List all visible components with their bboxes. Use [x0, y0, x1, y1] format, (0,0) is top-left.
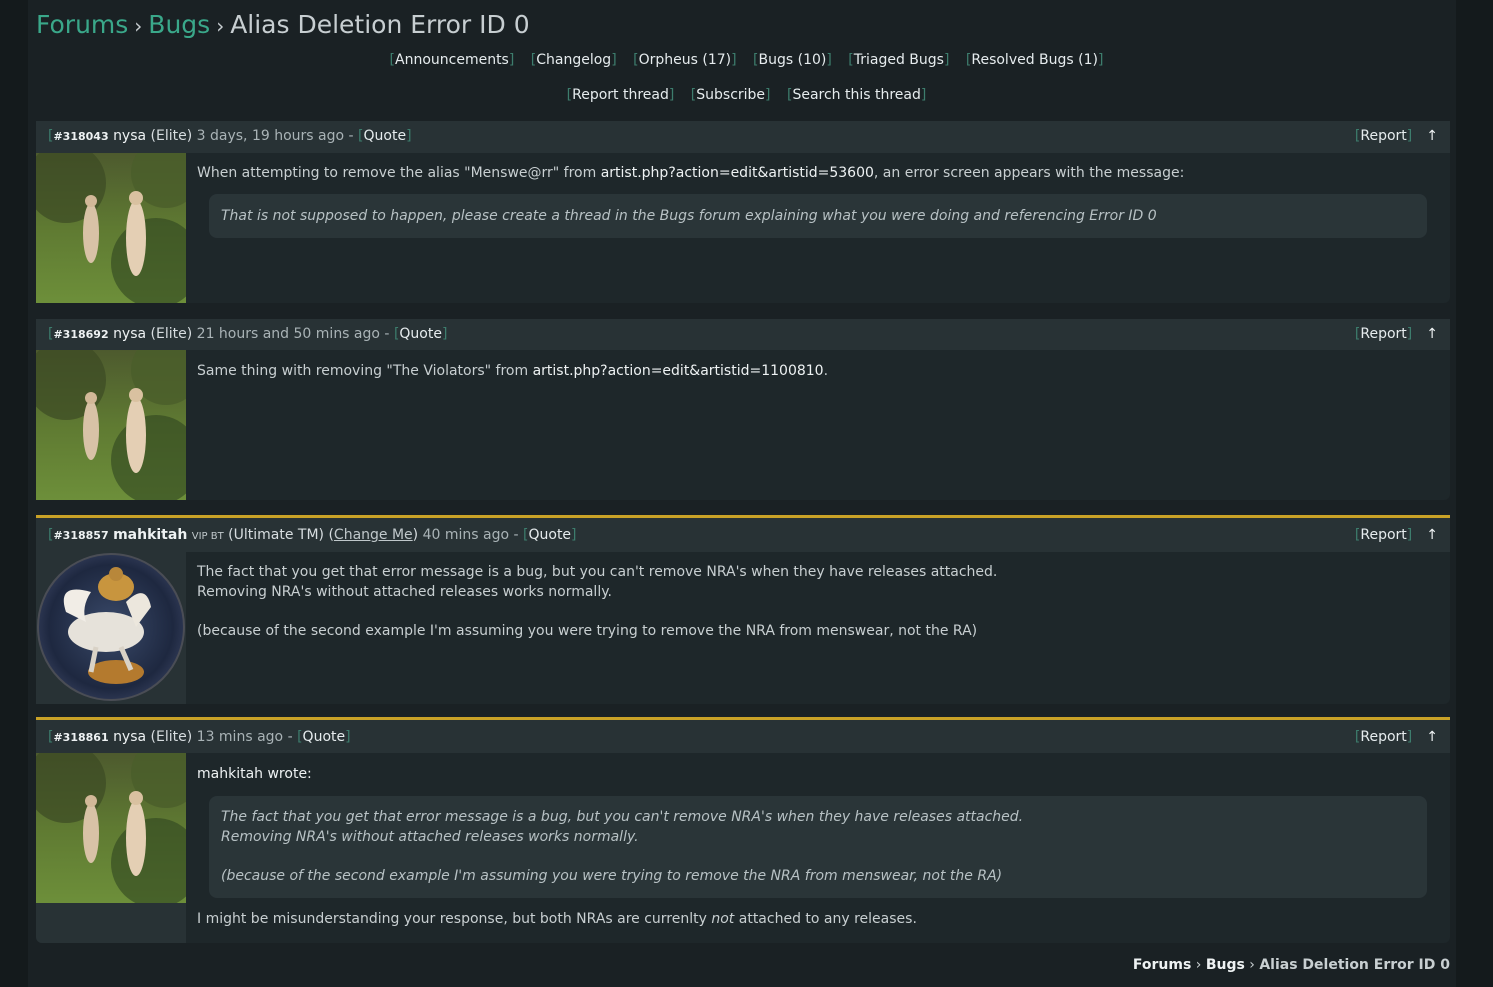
- quote-link[interactable]: [Quote]: [297, 729, 351, 745]
- user-class: (Elite): [150, 326, 193, 342]
- report-thread-link[interactable]: [Report thread]: [567, 87, 675, 103]
- forum-link-announcements[interactable]: [Announcements]: [390, 52, 515, 68]
- breadcrumb-forums-link[interactable]: Forums: [36, 10, 128, 39]
- breadcrumb-bugs-link[interactable]: Bugs: [148, 10, 210, 39]
- reply-text: I might be misunderstanding your respons…: [197, 909, 1427, 929]
- quoted-username[interactable]: mahkitah: [197, 766, 263, 782]
- post-id-link[interactable]: #318861: [53, 731, 108, 744]
- post-text: Same thing with removing "The Violators"…: [197, 363, 533, 379]
- user-avatar: [36, 552, 186, 702]
- user-class: (Elite): [150, 128, 193, 144]
- artist-edit-link[interactable]: artist.php?action=edit&artistid=1100810: [533, 363, 824, 379]
- user-avatar: [36, 153, 186, 303]
- breadcrumb-separator: ›: [1249, 957, 1255, 973]
- footer-thread-title: Alias Deletion Error ID 0: [1259, 957, 1450, 973]
- separator: -: [384, 326, 390, 342]
- user-avatar: [36, 350, 186, 500]
- scroll-top-arrow-icon[interactable]: ↑: [1426, 128, 1438, 144]
- breadcrumb-separator: ›: [216, 14, 225, 38]
- username-link[interactable]: nysa: [113, 729, 146, 745]
- emphasis-text: not: [711, 911, 735, 927]
- post-id-link[interactable]: #318043: [53, 130, 108, 143]
- post-header: [#318043 nysa (Elite) 3 days, 19 hours a…: [36, 121, 1450, 153]
- quote-link[interactable]: [Quote]: [523, 527, 577, 543]
- user-badges: VIP BT: [191, 531, 224, 542]
- report-link[interactable]: [Report]: [1355, 729, 1412, 745]
- report-link[interactable]: [Report]: [1355, 326, 1412, 342]
- scroll-top-arrow-icon[interactable]: ↑: [1426, 326, 1438, 342]
- post-time: 3 days, 19 hours ago: [196, 128, 345, 144]
- username-link[interactable]: nysa: [113, 128, 146, 144]
- post-body: Same thing with removing "The Violators"…: [197, 361, 1427, 381]
- breadcrumb-separator: ›: [134, 14, 143, 38]
- post-header: [#318861 nysa (Elite) 13 mins ago - [Quo…: [36, 720, 1450, 753]
- report-link[interactable]: [Report]: [1355, 527, 1412, 543]
- footer-breadcrumb: Forums › Bugs › Alias Deletion Error ID …: [1133, 957, 1450, 973]
- post-time: 21 hours and 50 mins ago: [196, 326, 380, 342]
- post-text: I might be misunderstanding your respons…: [197, 911, 712, 927]
- quote-text: (because of the second example I'm assum…: [221, 868, 1003, 884]
- page-title: Forums › Bugs › Alias Deletion Error ID 0: [36, 10, 530, 39]
- report-link[interactable]: [Report]: [1355, 128, 1412, 144]
- post-body: When attempting to remove the alias "Men…: [197, 163, 1427, 238]
- quote-text: The fact that you get that error message…: [221, 809, 1024, 825]
- footer-bugs-link[interactable]: Bugs: [1206, 957, 1245, 973]
- post-header: [#318857 mahkitah VIP BT (Ultimate TM) (…: [36, 518, 1450, 552]
- post-text: (because of the second example I'm assum…: [197, 623, 978, 639]
- search-thread-link[interactable]: [Search this thread]: [787, 87, 926, 103]
- scroll-top-arrow-icon[interactable]: ↑: [1426, 729, 1438, 745]
- post-body: mahkitah wrote: The fact that you get th…: [197, 764, 1427, 929]
- forum-link-orpheus[interactable]: [Orpheus (17)]: [633, 52, 736, 68]
- separator: -: [287, 729, 293, 745]
- blockquote: That is not supposed to happen, please c…: [209, 194, 1427, 238]
- post-text: attached to any releases.: [734, 911, 917, 927]
- thread-links: [Report thread] [Subscribe] [Search this…: [0, 87, 1493, 103]
- post-text: , an error screen appears with the messa…: [873, 165, 1185, 181]
- post-id-link[interactable]: #318857: [53, 529, 108, 542]
- footer-forums-link[interactable]: Forums: [1133, 957, 1191, 973]
- thread-title: Alias Deletion Error ID 0: [230, 10, 530, 39]
- scroll-top-arrow-icon[interactable]: ↑: [1426, 527, 1438, 543]
- separator: -: [348, 128, 354, 144]
- change-me-link[interactable]: Change Me: [334, 527, 413, 543]
- user-avatar: [36, 753, 186, 903]
- forum-link-resolved-bugs[interactable]: [Resolved Bugs (1)]: [966, 52, 1104, 68]
- forum-link-changelog[interactable]: [Changelog]: [531, 52, 617, 68]
- user-class: (Ultimate TM): [228, 527, 324, 543]
- breadcrumb-separator: ›: [1195, 957, 1202, 973]
- post-text: .: [823, 363, 829, 379]
- artist-edit-link[interactable]: artist.php?action=edit&artistid=53600: [601, 165, 874, 181]
- post-header: [#318692 nysa (Elite) 21 hours and 50 mi…: [36, 319, 1450, 350]
- post-time: 40 mins ago: [422, 527, 510, 543]
- username-link[interactable]: nysa: [113, 326, 146, 342]
- post-text: When attempting to remove the alias "Men…: [197, 165, 601, 181]
- post-body: The fact that you get that error message…: [197, 562, 1427, 641]
- quote-link[interactable]: [Quote]: [358, 128, 412, 144]
- quote-text: Removing NRA's without attached releases…: [221, 829, 639, 845]
- wrote-label: wrote:: [267, 766, 312, 782]
- forum-links: [Announcements] [Changelog] [Orpheus (17…: [0, 52, 1493, 68]
- blockquote: The fact that you get that error message…: [209, 796, 1427, 898]
- user-class: (Elite): [150, 729, 193, 745]
- subscribe-link[interactable]: [Subscribe]: [691, 87, 771, 103]
- post-text: Removing NRA's without attached releases…: [197, 584, 612, 600]
- forum-link-triaged-bugs[interactable]: [Triaged Bugs]: [848, 52, 949, 68]
- separator: -: [513, 527, 519, 543]
- post-id-link[interactable]: #318692: [53, 328, 108, 341]
- forum-link-bugs[interactable]: [Bugs (10)]: [753, 52, 832, 68]
- quote-link[interactable]: [Quote]: [394, 326, 448, 342]
- username-link[interactable]: mahkitah: [113, 527, 187, 543]
- post-time: 13 mins ago: [196, 729, 284, 745]
- forum-post: [#318692 nysa (Elite) 21 hours and 50 mi…: [36, 319, 1450, 500]
- post-text: The fact that you get that error message…: [197, 564, 998, 580]
